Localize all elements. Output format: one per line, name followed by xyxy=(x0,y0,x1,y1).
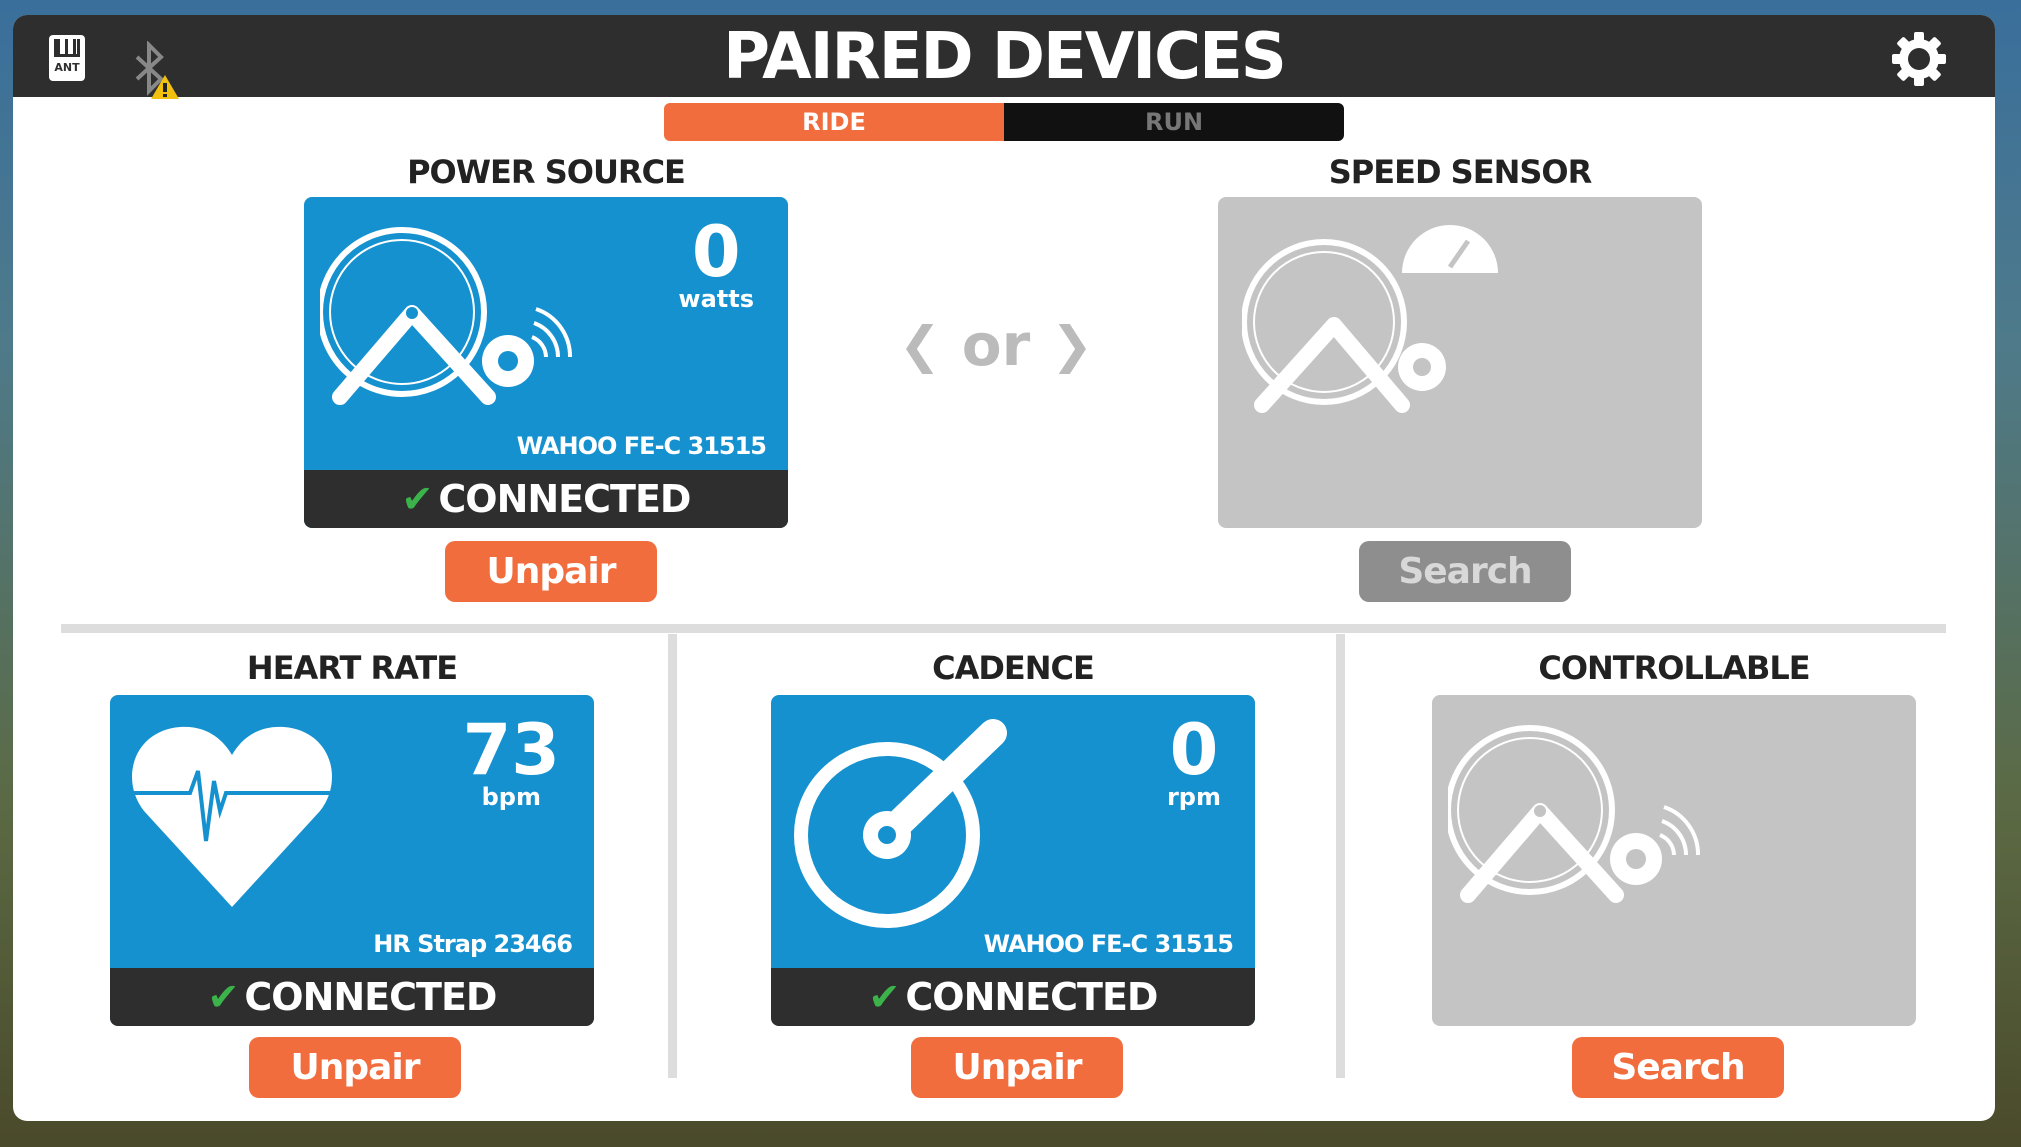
tab-run[interactable]: RUN xyxy=(1004,103,1344,141)
vertical-divider xyxy=(1336,634,1345,1078)
speed-sensor-label: SPEED SENSOR xyxy=(1328,153,1593,191)
power-source-label: POWER SOURCE xyxy=(407,153,686,191)
speed-sensor-card[interactable] xyxy=(1218,197,1702,528)
crank-icon xyxy=(794,719,1007,928)
controllable-card[interactable] xyxy=(1432,695,1916,1026)
chevron-right-icon: ❯ xyxy=(1051,316,1093,374)
or-separator: ❮ or ❯ xyxy=(899,311,1093,379)
chevron-left-icon: ❮ xyxy=(899,316,941,374)
vertical-divider xyxy=(668,634,677,1078)
heart-rate-device-name: HR Strap 23466 xyxy=(373,930,573,958)
gear-icon[interactable] xyxy=(1891,31,1947,87)
speed-trainer-icon xyxy=(1242,225,1498,413)
cadence-device-name: WAHOO FE-C 31515 xyxy=(983,930,1234,958)
heart-icon xyxy=(130,726,340,907)
check-icon: ✔ xyxy=(207,975,240,1019)
heart-rate-status: ✔ CONNECTED xyxy=(110,968,594,1026)
heart-rate-unpair-button[interactable]: Unpair xyxy=(249,1037,461,1098)
page-title: PAIRED DEVICES xyxy=(723,20,1287,94)
speed-search-button[interactable]: Search xyxy=(1359,541,1571,602)
heart-rate-card[interactable]: 73 bpm HR Strap 23466 ✔ CONNECTED xyxy=(110,695,594,1026)
controllable-trainer-icon xyxy=(1448,725,1701,903)
cadence-card[interactable]: 0 rpm WAHOO FE-C 31515 ✔ CONNECTED xyxy=(771,695,1255,1026)
check-icon: ✔ xyxy=(868,975,901,1019)
heart-rate-value: 73 bpm xyxy=(462,709,560,811)
controllable-search-button[interactable]: Search xyxy=(1572,1037,1784,1098)
cadence-label: CADENCE xyxy=(932,649,1095,687)
controllable-label: CONTROLLABLE xyxy=(1538,649,1810,687)
check-icon: ✔ xyxy=(401,477,434,521)
trainer-icon xyxy=(320,227,573,405)
cadence-unpair-button[interactable]: Unpair xyxy=(911,1037,1123,1098)
header-bar: ANT PAIRED DEVICES xyxy=(13,15,1995,99)
power-source-card[interactable]: 0 watts WAHOO FE-C 31515 ✔ CONNECTED xyxy=(304,197,788,528)
power-value: 0 watts xyxy=(678,211,754,313)
tab-ride[interactable]: RIDE xyxy=(664,103,1004,141)
power-device-name: WAHOO FE-C 31515 xyxy=(516,432,767,460)
cadence-status: ✔ CONNECTED xyxy=(771,968,1255,1026)
power-status: ✔ CONNECTED xyxy=(304,470,788,528)
heart-rate-label: HEART RATE xyxy=(246,649,458,687)
horizontal-divider xyxy=(61,624,1946,633)
paired-devices-panel: ANT PAIRED DEVICES RIDE RUN POWER SOURCE… xyxy=(13,15,1995,1121)
cadence-value: 0 rpm xyxy=(1166,709,1221,811)
power-unpair-button[interactable]: Unpair xyxy=(445,541,657,602)
